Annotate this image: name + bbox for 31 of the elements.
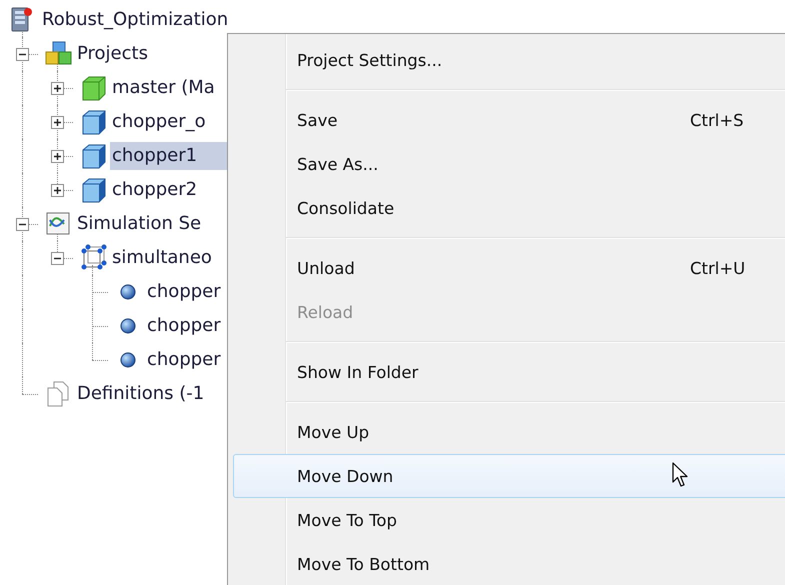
menu-item[interactable]: Move Down	[233, 454, 785, 498]
tree-item[interactable]: chopper_o	[110, 108, 208, 136]
tree-item[interactable]: chopper	[145, 278, 223, 306]
lattice-icon	[78, 244, 106, 272]
tree-item[interactable]: simultaneo	[110, 244, 214, 272]
shortcut-label: Ctrl+U	[690, 258, 746, 278]
tree-item[interactable]: Simulation Se	[75, 210, 204, 238]
tree-item[interactable]: chopper2	[110, 176, 200, 204]
menu-item[interactable]: Consolidate	[233, 186, 785, 230]
cursor-icon	[672, 462, 689, 488]
collapse-icon[interactable]	[16, 48, 29, 61]
tree-item[interactable]: Projects	[75, 40, 150, 68]
expand-icon[interactable]	[51, 116, 64, 129]
shortcut-label: Ctrl+S	[690, 110, 744, 130]
tree-item[interactable]: Robust_Optimization	[40, 6, 230, 34]
expand-icon[interactable]	[51, 184, 64, 197]
menu-item[interactable]: Save Ctrl+S	[233, 98, 785, 142]
tree-item[interactable]: chopper	[145, 346, 223, 374]
menu-item[interactable]: Move Up	[233, 410, 785, 454]
tree-item[interactable]: chopper	[145, 312, 223, 340]
collapse-icon[interactable]	[16, 218, 29, 231]
expand-icon[interactable]	[51, 82, 64, 95]
menu-item[interactable]: Show In Folder	[233, 350, 785, 394]
tree-item[interactable]: master (Ma	[110, 74, 217, 102]
menu-item[interactable]: Project Settings...	[233, 38, 785, 82]
expand-icon[interactable]	[51, 150, 64, 163]
menu-item[interactable]: Unload Ctrl+U	[233, 246, 785, 290]
menu-item[interactable]: Move To Bottom	[233, 542, 785, 585]
tree-item[interactable]: Definitions (-1	[75, 380, 206, 408]
collapse-icon[interactable]	[51, 252, 64, 265]
menu-item[interactable]: Move To Top	[233, 498, 785, 542]
